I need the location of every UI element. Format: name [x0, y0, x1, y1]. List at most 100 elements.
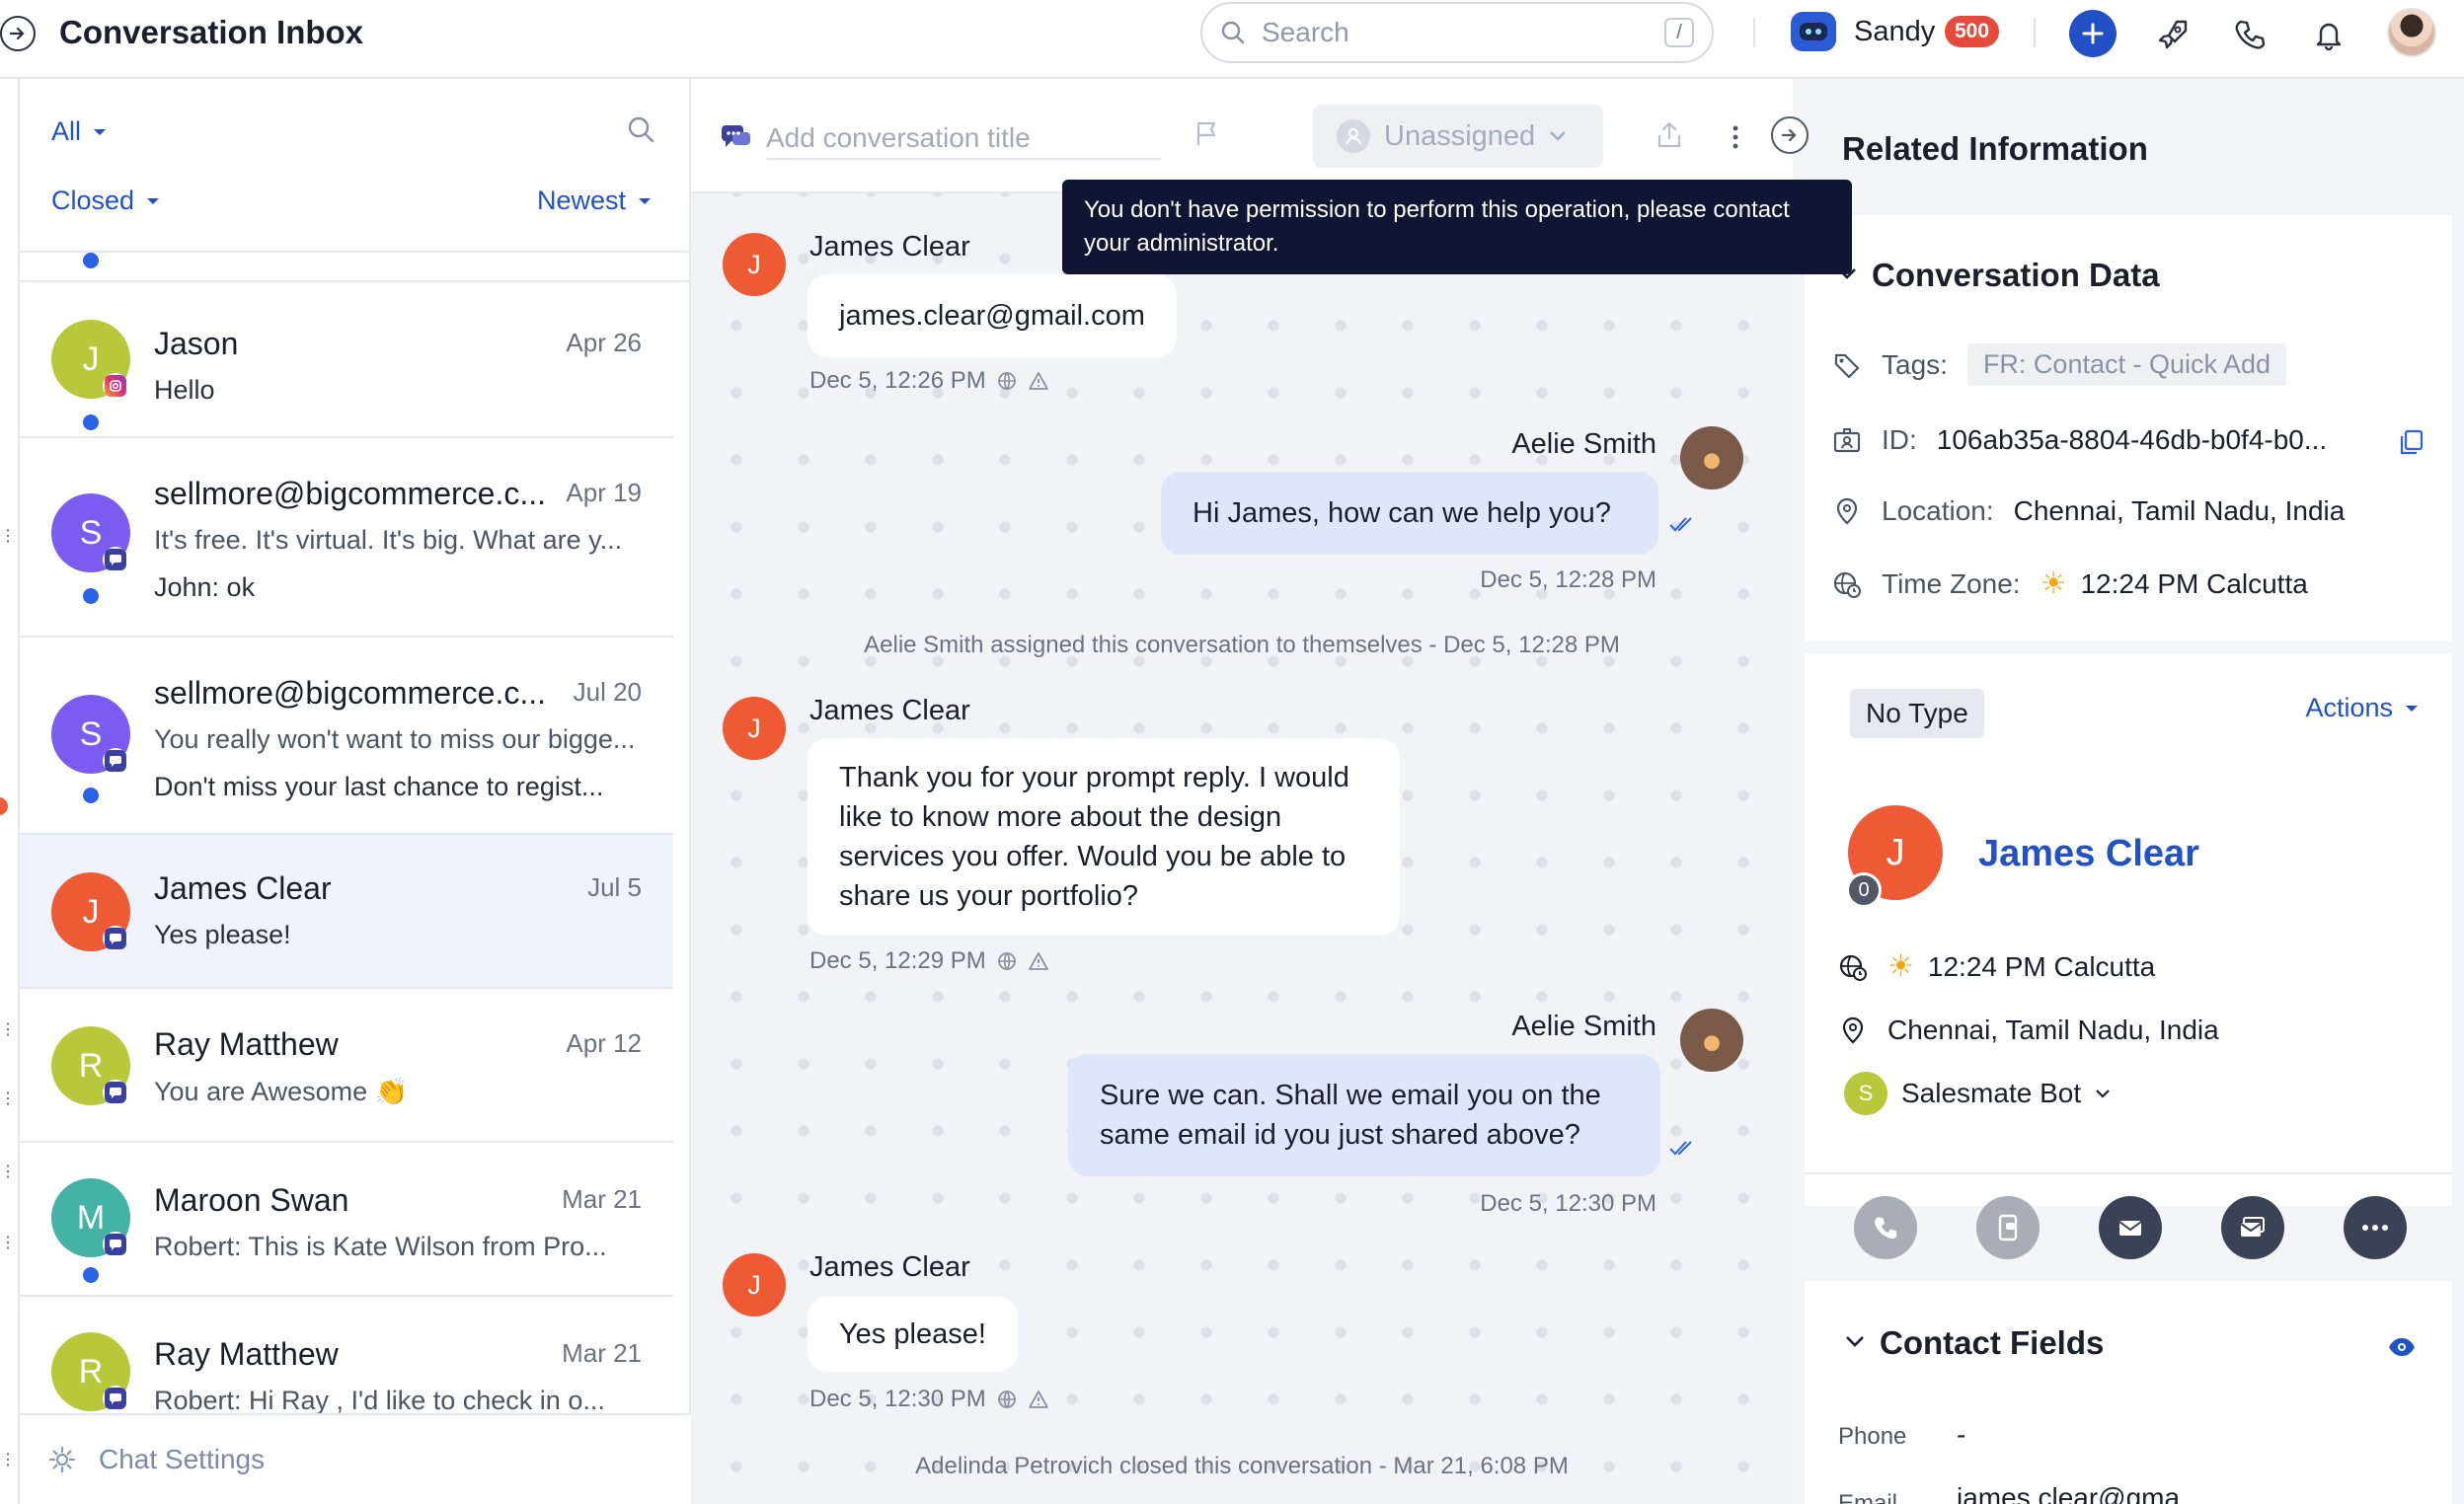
conversation-date: Jul 5 — [587, 872, 642, 902]
rail-menu-handle[interactable]: ⋮ — [0, 1236, 16, 1251]
owner-filter-dropdown[interactable]: All — [51, 116, 107, 147]
message-bubble: Yes please! — [808, 1297, 1018, 1372]
sort-dropdown[interactable]: Newest — [537, 186, 652, 216]
export-button[interactable] — [1655, 120, 1684, 150]
arrow-right-icon — [1781, 128, 1797, 142]
conversation-preview: You really won't want to miss our bigge.… — [154, 724, 636, 754]
toggle-related-panel-button[interactable] — [1771, 116, 1809, 154]
sender-name: Aelie Smith — [1511, 428, 1656, 460]
toggle-visibility-button[interactable] — [2387, 1336, 2417, 1358]
status-filter-dropdown[interactable]: Closed — [51, 186, 160, 216]
list-item[interactable]: R Ray Matthew Apr 12 You are Awesome 👏 — [20, 989, 673, 1143]
caret-down-icon — [639, 197, 652, 204]
owner-dropdown[interactable]: S Salesmate Bot — [1844, 1072, 2111, 1115]
timezone-value: 12:24 PM Calcutta — [2080, 567, 2308, 599]
timezone-row: Time Zone: ☀ 12:24 PM Calcutta — [1832, 566, 2308, 601]
related-info-panel: Related Information Conversation Data Ta… — [1793, 79, 2464, 1504]
unread-dot — [83, 253, 99, 268]
rail-menu-handle[interactable]: ⋮ — [0, 1091, 16, 1107]
ellipsis-icon — [2362, 1225, 2388, 1231]
notifications-button[interactable] — [2306, 12, 2351, 57]
rail-menu-handle[interactable]: ⋮ — [0, 1453, 16, 1468]
list-item-active[interactable]: J James Clear Jul 5 Yes please! — [20, 835, 673, 989]
rail-menu-handle[interactable]: ⋮ — [0, 529, 16, 545]
flag-button[interactable] — [1193, 118, 1222, 148]
contact-name-link[interactable]: James Clear — [1978, 833, 2199, 875]
sun-icon: ☀ — [2040, 567, 2067, 600]
message-meta: Dec 5, 12:29 PM — [809, 947, 1049, 975]
contact-card: No Type Actions J 0 James Clear ☀ 12:24 … — [1805, 653, 2452, 1259]
warning-icon — [1028, 1391, 1048, 1408]
user-bot-avatar[interactable] — [1791, 12, 1836, 51]
share-icon — [1657, 121, 1681, 148]
bot-face-icon — [1800, 23, 1827, 40]
list-item[interactable]: S sellmore@bigcommerce.c... Apr 19 It's … — [20, 438, 673, 638]
list-search-button[interactable] — [626, 114, 655, 144]
chat-settings-link[interactable]: Chat Settings — [20, 1413, 691, 1504]
caret-down-icon — [94, 128, 107, 135]
chevron-down-icon[interactable] — [1844, 1334, 1866, 1348]
system-event: Adelinda Petrovich closed this conversat… — [915, 1453, 1569, 1479]
call-button[interactable] — [1854, 1196, 1917, 1259]
more-actions-button[interactable] — [2344, 1196, 2407, 1259]
channel-badge — [103, 1080, 128, 1105]
phone-field-label: Phone — [1838, 1423, 1907, 1450]
conversation-preview: Robert: This is Kate Wilson from Pro... — [154, 1232, 607, 1261]
conversation-name: sellmore@bigcommerce.c... — [154, 675, 547, 711]
rocket-button[interactable] — [2150, 12, 2195, 57]
contact-time-row: ☀ 12:24 PM Calcutta — [1838, 949, 2155, 984]
collapse-sidebar-button[interactable] — [0, 16, 36, 51]
unread-dot — [83, 414, 99, 430]
tag-icon — [1834, 353, 1860, 378]
phone-field-value[interactable]: - — [1957, 1419, 1965, 1451]
list-item[interactable]: J Jason Apr 26 Hello — [20, 284, 673, 438]
eye-icon — [2389, 1338, 2415, 1356]
phone-icon — [1875, 1217, 1897, 1240]
rail-menu-handle[interactable]: ⋮ — [0, 1165, 16, 1180]
conversation-date: Jul 20 — [573, 677, 642, 707]
conversation-last-message: John: ok — [154, 572, 256, 602]
channel-badge — [103, 748, 128, 774]
list-item[interactable]: S sellmore@bigcommerce.c... Jul 20 You r… — [20, 638, 673, 835]
tags-label: Tags: — [1882, 348, 1948, 380]
phone-button[interactable] — [2227, 12, 2272, 57]
conversation-data-title: Conversation Data — [1872, 257, 2160, 293]
warning-icon — [1028, 952, 1048, 970]
globe-icon — [997, 372, 1016, 390]
conversation-last-message: Don't miss your last chance to regist... — [154, 772, 604, 801]
chat-panel: Unassigned You don't have permission to … — [691, 79, 1852, 1504]
list-item[interactable]: R Ray Matthew Mar 21 Robert: Hi Ray , I'… — [20, 1297, 673, 1415]
contact-type-chip[interactable]: No Type — [1850, 689, 1984, 738]
conversation-title-input[interactable] — [766, 118, 1161, 160]
assignee-dropdown[interactable]: Unassigned — [1313, 105, 1603, 168]
location-pin-icon — [1842, 1016, 1864, 1044]
list-item[interactable]: M Maroon Swan Mar 21 Robert: This is Kat… — [20, 1143, 673, 1297]
unread-dot — [83, 788, 99, 803]
double-check-icon — [1669, 1141, 1692, 1156]
message-time: Dec 5, 12:30 PM — [1480, 1190, 1656, 1217]
phone-icon — [2235, 20, 2266, 49]
create-new-button[interactable] — [2069, 10, 2117, 57]
more-options-button[interactable] — [1728, 122, 1743, 152]
copy-id-button[interactable] — [2397, 428, 2425, 456]
person-icon — [1337, 119, 1370, 153]
channel-badge — [103, 547, 128, 572]
email-button[interactable] — [2099, 1196, 2162, 1259]
chat-header: Unassigned — [691, 79, 1793, 193]
id-card-icon — [1833, 428, 1861, 453]
contact-fields-title: Contact Fields — [1880, 1324, 2105, 1361]
tag-chip[interactable]: FR: Contact - Quick Add — [1966, 343, 2287, 386]
plus-icon — [2082, 23, 2104, 44]
rail-menu-handle[interactable]: ⋮ — [0, 1022, 16, 1038]
email-field-value[interactable]: james.clear@gma... — [1957, 1482, 2202, 1504]
sms-button[interactable] — [1976, 1196, 2040, 1259]
profile-avatar[interactable] — [2387, 8, 2436, 57]
global-search[interactable]: Search / — [1200, 2, 1714, 63]
actions-dropdown[interactable]: Actions — [2305, 693, 2419, 723]
sender-name: James Clear — [809, 1251, 970, 1283]
bulk-email-button[interactable] — [2221, 1196, 2284, 1259]
message-time: Dec 5, 12:29 PM — [809, 947, 986, 974]
user-name[interactable]: Sandy — [1854, 16, 1935, 48]
list-item[interactable] — [20, 253, 691, 282]
kebab-menu-icon — [1732, 125, 1738, 149]
